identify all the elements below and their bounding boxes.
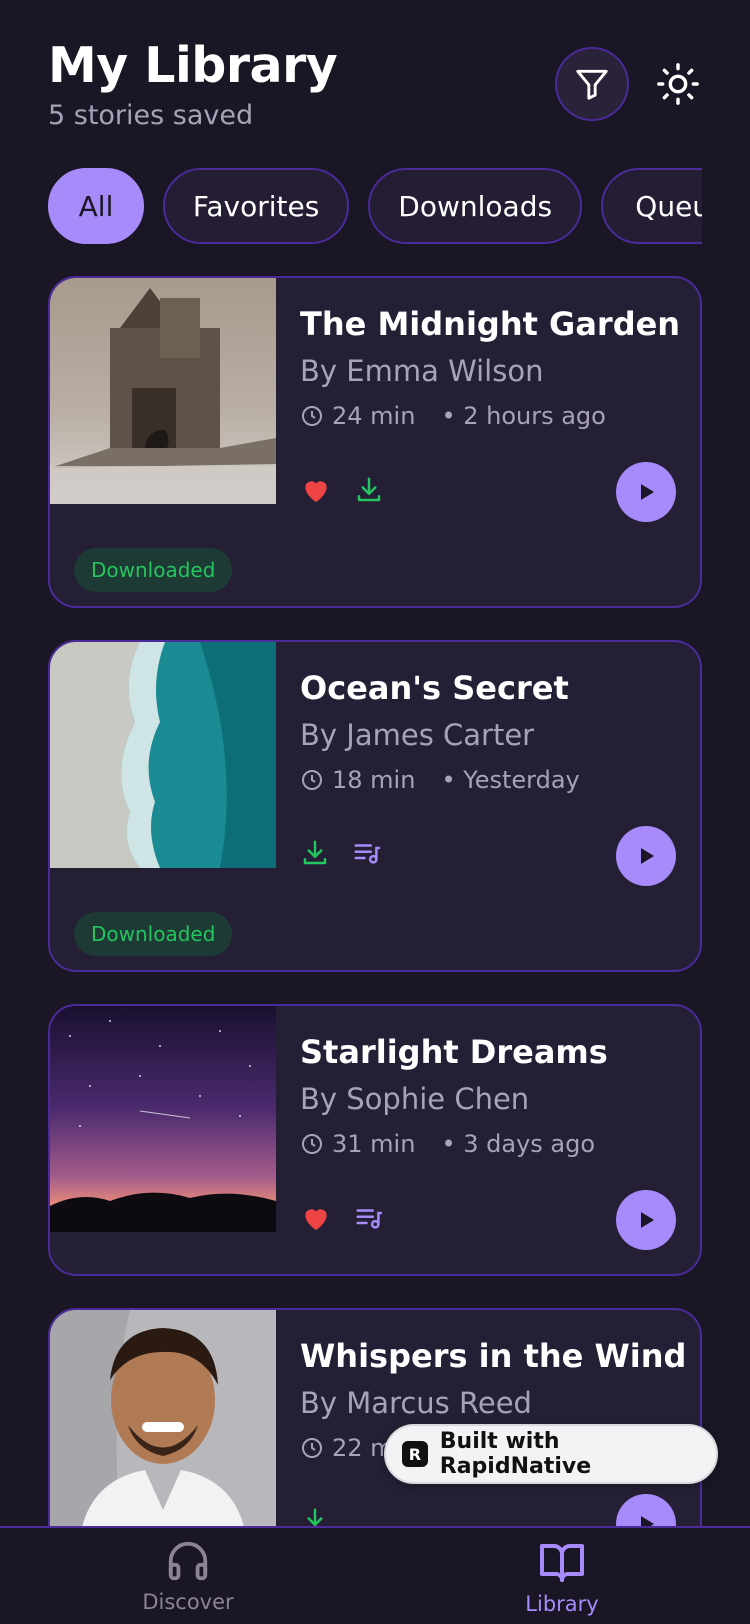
story-title: The Midnight Garden [300,305,681,343]
story-actions [300,838,404,868]
sun-icon [657,63,699,105]
heart-icon[interactable] [300,474,332,506]
clock-icon [302,406,322,426]
story-duration: 31 min [332,1130,416,1158]
story-meta: 31 min • 3 days ago [300,1130,680,1158]
story-duration: 24 min [332,402,416,430]
chip-favorites[interactable]: Favorites [163,168,350,244]
story-meta: 24 min • 2 hours ago [300,402,680,430]
story-title: Ocean's Secret [300,669,569,707]
rapidnative-logo-icon: R [402,1441,428,1467]
story-card[interactable]: Ocean's Secret By James Carter 18 min • … [48,640,702,972]
status-badge: Downloaded [74,912,233,956]
bottom-nav: Discover Library [0,1526,750,1624]
story-info: Starlight Dreams By Sophie Chen 31 min •… [300,1030,680,1158]
story-card[interactable]: The Midnight Garden By Emma Wilson 24 mi… [48,276,702,608]
chip-all[interactable]: All [48,168,144,244]
clock-icon [302,1134,322,1154]
queue-icon[interactable] [352,838,382,868]
story-actions [300,474,406,506]
story-time: • 3 days ago [441,1130,596,1158]
story-duration: 18 min [332,766,416,794]
clock-icon [302,1438,322,1458]
clock-icon [302,770,322,790]
built-with-badge[interactable]: R Built with RapidNative [384,1424,718,1484]
chip-queue[interactable]: Queue [601,168,702,244]
story-thumbnail [50,1006,276,1232]
story-card[interactable]: Starlight Dreams By Sophie Chen 31 min •… [48,1004,702,1276]
headphones-icon [168,1541,208,1581]
story-title: Whispers in the Wind [300,1337,687,1375]
nav-label-library: Library [525,1592,599,1616]
nav-label-discover: Discover [142,1590,234,1614]
play-button[interactable] [616,1190,676,1250]
story-thumbnail [50,642,276,868]
book-open-icon [540,1544,584,1582]
filter-icon [576,69,608,100]
story-author: By James Carter [300,718,535,752]
filter-button[interactable] [555,47,629,121]
status-badge: Downloaded [74,548,233,592]
play-button[interactable] [616,826,676,886]
story-author: By Marcus Reed [300,1386,532,1420]
filter-chips: All Favorites Downloads Queue [48,168,702,244]
heart-icon[interactable] [300,1202,332,1234]
nav-item-library[interactable]: Library [462,1538,662,1616]
queue-icon[interactable] [354,1203,384,1233]
story-thumbnail [50,278,276,504]
story-time: • 2 hours ago [441,402,606,430]
story-info: Ocean's Secret By James Carter 18 min • … [300,666,680,794]
play-icon [641,848,654,864]
story-meta: 18 min • Yesterday [300,766,680,794]
built-with-label: Built with RapidNative [439,1429,592,1479]
download-icon[interactable] [354,475,384,505]
play-icon [641,1212,654,1228]
page-subtitle: 5 stories saved [48,100,254,131]
story-info: The Midnight Garden By Emma Wilson 24 mi… [300,302,680,430]
story-author: By Emma Wilson [300,354,544,388]
story-author: By Sophie Chen [300,1082,530,1116]
download-icon[interactable] [300,838,330,868]
play-button[interactable] [616,462,676,522]
story-title: Starlight Dreams [300,1033,608,1071]
theme-toggle-button[interactable] [652,58,704,110]
story-time: • Yesterday [441,766,580,794]
story-thumbnail [50,1310,276,1536]
story-actions [300,1202,406,1234]
chip-downloads[interactable]: Downloads [368,168,583,244]
nav-item-discover[interactable]: Discover [88,1538,288,1614]
page-title: My Library [48,37,338,94]
header: My Library 5 stories saved [48,36,338,131]
play-icon [641,484,654,500]
